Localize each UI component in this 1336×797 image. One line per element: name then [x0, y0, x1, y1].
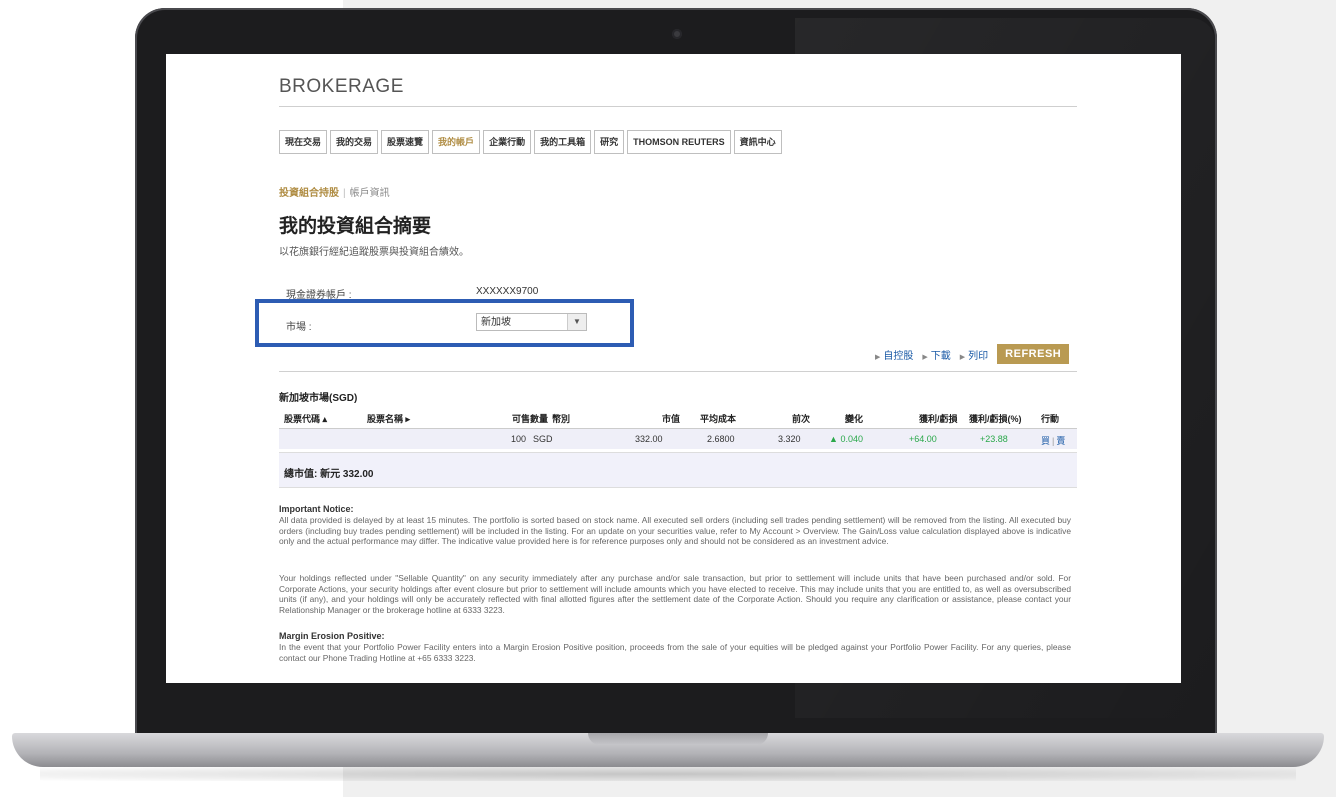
laptop-screen: BROKERAGE 現在交易 我的交易 股票速覽 我的帳戶 企業行動 我的工具箱…	[166, 54, 1181, 683]
triangle-right-icon: ▶	[875, 353, 881, 361]
table-row: 100 SGD 332.00 2.6800 3.320 ▲ 0.040 +64.…	[279, 429, 1077, 449]
content-divider	[279, 371, 1077, 372]
laptop-shadow	[40, 767, 1296, 781]
header-profit-loss-pct: 獲利/虧損(%)	[969, 414, 1022, 424]
tab-research[interactable]: 研究	[594, 130, 625, 154]
important-notice-body: All data provided is delayed by at least…	[279, 515, 1071, 547]
cell-sellable-qty: 100	[511, 434, 527, 444]
total-market-value: 總市值: 新元 332.00	[284, 469, 374, 480]
header-divider	[279, 106, 1077, 107]
header-market-value: 市值	[662, 414, 681, 424]
cell-market-value: 332.00	[635, 434, 663, 444]
tab-my-account[interactable]: 我的帳戶	[432, 130, 481, 154]
margin-erosion-title: Margin Erosion Positive:	[279, 631, 385, 641]
laptop-notch	[588, 733, 768, 745]
download-label: 下載	[930, 350, 951, 362]
table-header: 股票代碼 ▴ 股票名稱 ▸ 可售數量 幣別 市值 平均成本 前次 變化 獲利/虧…	[279, 408, 1077, 429]
brand-title: BROKERAGE	[279, 76, 404, 97]
cell-action: 買 | 賣	[1041, 434, 1065, 447]
header-previous: 前次	[792, 414, 811, 424]
header-profit-loss: 獲利/虧損	[919, 414, 958, 424]
cell-change: ▲ 0.040	[829, 434, 863, 444]
triangle-right-icon: ▶	[922, 353, 928, 361]
arrow-up-icon: ▲	[829, 434, 838, 444]
total-bar: 總市值: 新元 332.00	[279, 452, 1077, 488]
subnav-account-info[interactable]: 帳戶資訊	[350, 188, 390, 199]
cell-currency: SGD	[533, 434, 553, 444]
account-number: XXXXXX9700	[476, 286, 539, 297]
tab-my-trades[interactable]: 我的交易	[330, 130, 379, 154]
header-stock-code[interactable]: 股票代碼 ▴	[284, 412, 327, 425]
highlight-box	[255, 299, 634, 347]
subnav-separator: |	[343, 188, 346, 199]
margin-erosion-body: In the event that your Portfolio Power F…	[279, 642, 1071, 663]
custom-holdings-label: 自控股	[883, 350, 914, 362]
cell-previous: 3.320	[778, 434, 801, 444]
download-link[interactable]: ▶ 下載	[922, 347, 950, 362]
tab-stock-overview[interactable]: 股票速覽	[381, 130, 430, 154]
subnav-portfolio-holdings[interactable]: 投資組合持股	[279, 188, 339, 199]
print-label: 列印	[968, 350, 989, 362]
header-currency: 幣別	[552, 414, 571, 424]
header-action: 行動	[1041, 414, 1060, 424]
buy-link[interactable]: 買	[1041, 436, 1050, 446]
camera-icon	[672, 29, 682, 39]
action-bar: ▶ 自控股 ▶ 下載 ▶ 列印 REFRESH	[875, 344, 1070, 364]
header-avg-cost: 平均成本	[700, 414, 737, 424]
custom-holdings-link[interactable]: ▶ 自控股	[875, 347, 913, 362]
important-notice-title: Important Notice:	[279, 504, 354, 514]
tab-my-toolbox[interactable]: 我的工具箱	[534, 130, 592, 154]
tab-corporate-actions[interactable]: 企業行動	[483, 130, 532, 154]
tab-info-center[interactable]: 資訊中心	[733, 130, 782, 154]
triangle-right-icon: ▶	[959, 353, 966, 361]
page-title: 我的投資組合摘要	[279, 216, 432, 237]
refresh-button[interactable]: REFRESH	[997, 344, 1070, 364]
page-description: 以花旗銀行經紀追蹤股票與投資組合績效。	[279, 247, 469, 258]
breadcrumb: 投資組合持股 | 帳戶資訊	[279, 184, 390, 199]
cell-avg-cost: 2.6800	[707, 434, 735, 444]
main-tabs: 現在交易 我的交易 股票速覽 我的帳戶 企業行動 我的工具箱 研究 THOMSO…	[279, 130, 785, 154]
holdings-notice-body: Your holdings reflected under "Sellable …	[279, 573, 1071, 615]
cell-profit-loss: +64.00	[909, 434, 937, 444]
tab-thomson-reuters[interactable]: THOMSON REUTERS	[627, 130, 731, 154]
action-separator: |	[1052, 436, 1055, 446]
cell-change-value: 0.040	[840, 434, 863, 444]
header-sellable-qty: 可售數量	[512, 414, 549, 424]
header-change: 變化	[845, 414, 864, 424]
market-section-title: 新加坡市場(SGD)	[279, 393, 358, 404]
cell-profit-loss-pct: +23.88	[980, 434, 1008, 444]
sell-link[interactable]: 賣	[1056, 436, 1065, 446]
tab-trade-now[interactable]: 現在交易	[279, 130, 328, 154]
print-link[interactable]: ▶ 列印	[960, 347, 988, 362]
header-stock-name[interactable]: 股票名稱 ▸	[367, 412, 410, 425]
